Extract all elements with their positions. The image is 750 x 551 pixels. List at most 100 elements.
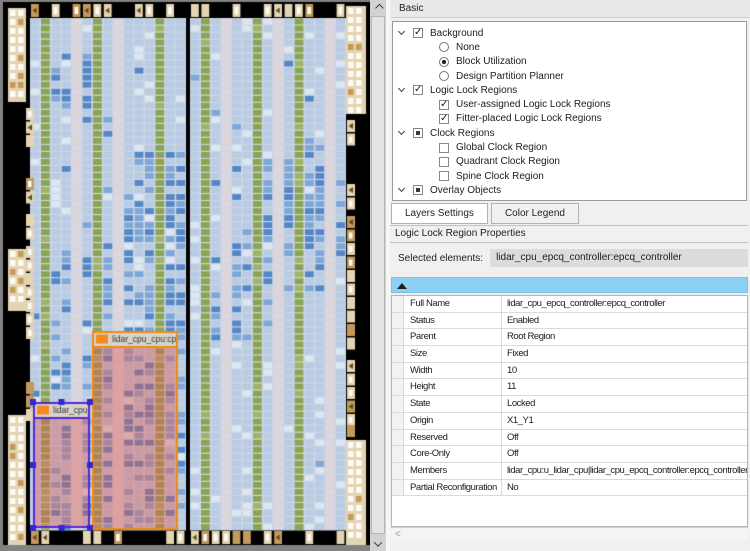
tree-item-user-assigned-logic-lock-regions[interactable]: User-assigned Logic Lock Regions — [393, 97, 746, 111]
chip-planner-window: Basic Background None Block Utilization Des… — [0, 0, 750, 551]
property-name: State — [404, 396, 502, 412]
checkbox-partial[interactable] — [413, 128, 423, 139]
scroll-up-button[interactable] — [370, 0, 386, 15]
table-row[interactable]: Partial Reconfiguration No — [392, 479, 747, 497]
row-header — [392, 396, 404, 412]
property-value: Locked — [507, 398, 535, 410]
checkbox-on[interactable] — [439, 113, 449, 124]
tree-item-clock-regions[interactable]: Clock Regions — [393, 126, 746, 140]
properties-collapse-bar[interactable] — [391, 277, 748, 293]
property-value: Off — [507, 431, 519, 443]
table-row[interactable]: Size Fixed — [392, 346, 747, 363]
selected-elements-field[interactable]: lidar_cpu_epcq_controller:epcq_controlle… — [490, 249, 748, 267]
property-value: 10 — [507, 364, 517, 376]
chevron-down-icon[interactable] — [397, 185, 406, 193]
table-row[interactable]: State Locked — [392, 396, 747, 413]
checkbox-on[interactable] — [439, 99, 449, 110]
chevron-down-icon[interactable] — [397, 85, 406, 93]
properties-horizontal-scrollbar[interactable]: < — [391, 527, 748, 541]
property-value: No — [507, 481, 519, 493]
table-row[interactable]: Reserved Off — [392, 429, 747, 447]
checkbox-on[interactable] — [413, 84, 423, 96]
table-row[interactable]: Status Enabled — [392, 312, 747, 330]
checkbox-off[interactable] — [439, 156, 449, 167]
table-row[interactable]: Core-Only Off — [392, 446, 747, 463]
chevron-down-icon[interactable] — [397, 28, 406, 36]
property-name: Size — [404, 346, 502, 362]
properties-table: Full Name lidar_cpu_epcq_controller:epcq_… — [391, 295, 748, 527]
selected-elements-row: Selected elements: lidar_cpu_epcq_contro… — [390, 247, 748, 269]
tab-color-legend[interactable]: Color Legend — [490, 203, 579, 224]
row-header — [392, 312, 404, 329]
tree-item-label: Fitter-placed Logic Lock Regions — [456, 113, 602, 125]
table-row[interactable]: Origin X1_Y1 — [392, 412, 747, 430]
floorplan-vertical-scrollbar[interactable] — [370, 0, 386, 551]
tree-item-label: Global Clock Region — [456, 142, 548, 154]
tree-item-global-clock-region[interactable]: Global Clock Region — [393, 140, 746, 154]
tree-item-spine-clock-region[interactable]: Spine Clock Region — [393, 169, 746, 183]
table-row[interactable]: Members lidar_cpu:u_lidar_cpu|lidar_cpu_e… — [392, 462, 747, 480]
property-name: Reserved — [404, 429, 502, 446]
property-value: Off — [507, 448, 519, 460]
tree-item-none[interactable]: None — [393, 40, 746, 54]
scroll-down-button[interactable] — [370, 536, 386, 551]
selected-elements-label: Selected elements: — [398, 252, 484, 264]
tree-item-fitter-placed-logic-lock-regions[interactable]: Fitter-placed Logic Lock Regions — [393, 112, 746, 126]
row-header — [392, 429, 404, 446]
checkbox-on[interactable] — [413, 27, 423, 39]
layers-tree: Background None Block Utilization Design Pa… — [392, 21, 747, 201]
checkbox-partial[interactable] — [413, 185, 423, 196]
scroll-left-icon: < — [395, 529, 401, 540]
tree-item-background[interactable]: Background — [393, 26, 746, 40]
basic-section-header: Basic — [391, 0, 750, 18]
chip-floorplan[interactable] — [0, 0, 370, 551]
chevron-down-icon[interactable] — [397, 128, 406, 136]
property-name: Parent — [404, 329, 502, 346]
row-header — [392, 379, 404, 396]
tree-item-design-partition-planner[interactable]: Design Partition Planner — [393, 69, 746, 83]
property-name: Status — [404, 312, 502, 329]
tree-item-label: User-assigned Logic Lock Regions — [456, 99, 611, 111]
checkbox-off[interactable] — [439, 142, 449, 153]
radio-off[interactable] — [439, 71, 449, 82]
collapse-arrow-icon — [397, 283, 407, 289]
tree-item-quadrant-clock-region[interactable]: Quadrant Clock Region — [393, 155, 746, 169]
row-header — [392, 346, 404, 362]
property-value: Enabled — [507, 314, 539, 326]
tree-item-label: Clock Regions — [430, 127, 495, 139]
property-name: Members — [404, 462, 502, 479]
checkbox-off[interactable] — [439, 171, 449, 182]
tree-item-label: Quadrant Clock Region — [456, 156, 560, 168]
tree-item-label: Logic Lock Regions — [430, 84, 518, 96]
panel-tabs: Layers Settings Color Legend — [391, 203, 582, 225]
tree-item-overlay-objects[interactable]: Overlay Objects — [393, 183, 746, 197]
radio-off[interactable] — [439, 42, 449, 53]
tree-item-label: Design Partition Planner — [456, 70, 564, 82]
tab-layers-settings[interactable]: Layers Settings — [391, 203, 488, 224]
tree-item-block-utilization[interactable]: Block Utilization — [393, 55, 746, 69]
tree-item-label: Spine Clock Region — [456, 170, 544, 182]
row-header — [392, 462, 404, 479]
table-row[interactable]: Parent Root Region — [392, 329, 747, 347]
scrollbar-thumb[interactable] — [371, 16, 385, 534]
table-row[interactable]: Full Name lidar_cpu_epcq_controller:epcq_… — [392, 296, 747, 313]
properties-section-header: Logic Lock Region Properties — [390, 225, 748, 243]
radio-on[interactable] — [439, 56, 449, 67]
property-value: Fixed — [507, 348, 528, 360]
tree-item-label: None — [456, 41, 480, 53]
property-value: lidar_cpu_epcq_controller:epcq_controlle… — [507, 298, 665, 309]
property-name: Partial Reconfiguration — [404, 479, 502, 496]
property-value: 11 — [507, 381, 516, 393]
property-name: Origin — [404, 412, 502, 429]
property-value: X1_Y1 — [507, 414, 534, 426]
row-header — [392, 329, 404, 346]
table-row[interactable]: Width 10 — [392, 362, 747, 380]
table-row[interactable]: Height 11 — [392, 379, 747, 397]
layers-panel: Basic Background None Block Utilization Des… — [390, 0, 750, 551]
chevron-down-icon — [373, 537, 383, 547]
row-header — [392, 362, 404, 379]
property-value: lidar_cpu:u_lidar_cpu|lidar_cpu_epcq_con… — [507, 464, 747, 476]
tree-item-logic-lock-regions[interactable]: Logic Lock Regions — [393, 83, 746, 97]
row-header — [392, 479, 404, 496]
floorplan-panel — [0, 0, 390, 551]
